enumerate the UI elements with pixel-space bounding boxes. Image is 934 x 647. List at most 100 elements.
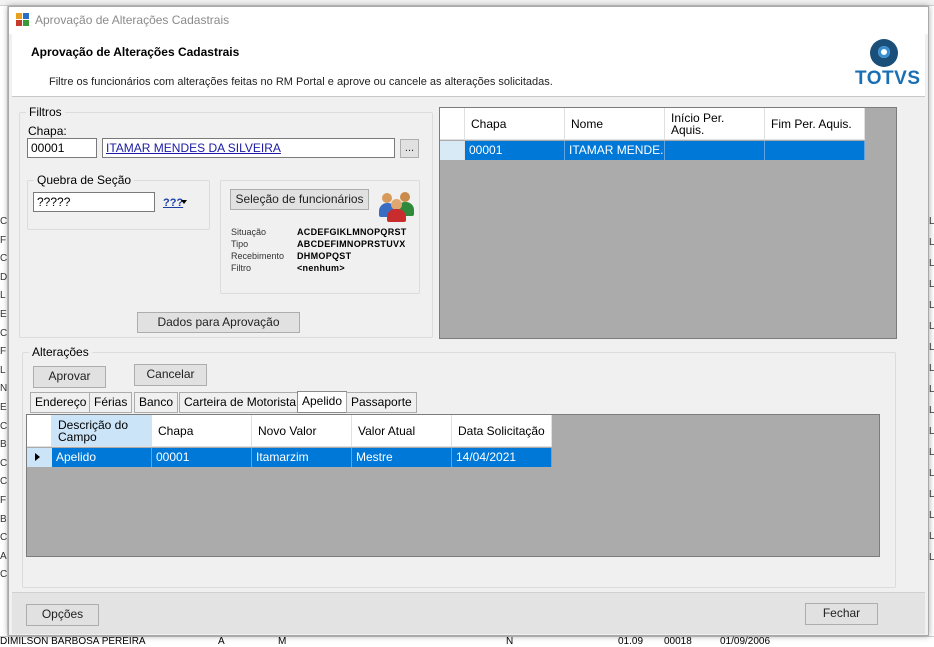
background-row-letter: L <box>929 258 934 269</box>
totvs-logo-icon <box>870 39 898 67</box>
background-cell: M <box>278 636 287 647</box>
changes-grid-header: Descrição do Campo Chapa Novo Valor Valo… <box>27 415 552 447</box>
background-app-bottom-row: DIMILSON BARBOSA PEREIRA A M N 01.09 000… <box>0 636 934 647</box>
background-cell: 01.09 <box>618 636 644 647</box>
changes-legend: Alterações <box>29 345 92 359</box>
background-row-letter: L <box>929 531 934 542</box>
background-row-letter: L <box>929 216 934 227</box>
tab-carteira-motorista[interactable]: Carteira de Motorista <box>179 392 302 413</box>
info-key: Recebimento <box>231 251 285 261</box>
header-divider <box>12 96 925 97</box>
app-icon <box>16 13 30 27</box>
background-row-letter: L <box>929 447 934 458</box>
chapa-lookup-button[interactable]: ... <box>400 139 419 158</box>
background-row-letter: F <box>0 346 7 358</box>
background-row-letter: C <box>0 216 7 227</box>
info-key: Situação <box>231 227 267 237</box>
table-cell[interactable]: Itamarzim <box>252 448 352 467</box>
tab-banco[interactable]: Banco <box>134 392 179 413</box>
column-header[interactable]: Fim Per. Aquis. <box>765 108 865 140</box>
row-selector[interactable] <box>27 448 52 467</box>
approval-data-button[interactable]: Dados para Aprovação <box>137 312 300 333</box>
column-header[interactable]: Novo Valor <box>252 415 352 447</box>
background-row-letter: L <box>929 552 934 563</box>
background-row-letter: L <box>929 510 934 521</box>
employees-grid[interactable]: Chapa Nome Início Per. Aquis. Fim Per. A… <box>439 107 897 339</box>
approve-button[interactable]: Aprovar <box>33 366 106 388</box>
page-title: Aprovação de Alterações Cadastrais <box>31 45 240 59</box>
background-row-letter: E <box>0 402 7 413</box>
background-row-letter: B <box>0 513 7 525</box>
background-row-letter: C <box>0 569 7 581</box>
employee-name-link[interactable]: ITAMAR MENDES DA SILVEIRA <box>102 138 395 158</box>
current-row-arrow-icon <box>35 453 40 461</box>
table-row[interactable]: 00001 ITAMAR MENDE... <box>440 141 865 160</box>
background-row-letter: C <box>0 457 7 469</box>
background-row-letter: L <box>929 237 934 248</box>
table-row[interactable]: Apelido 00001 Itamarzim Mestre 14/04/202… <box>27 448 552 467</box>
background-row-letter: A <box>0 550 7 562</box>
background-row-letter: L <box>929 342 934 353</box>
chapa-label: Chapa: <box>28 124 67 138</box>
chapa-input[interactable]: 00001 <box>27 138 97 158</box>
background-row-letter: L <box>929 279 934 290</box>
quebra-secao-input[interactable]: ????? <box>33 192 155 212</box>
employees-icon[interactable] <box>379 188 415 222</box>
info-value: <nenhum> <box>297 263 345 273</box>
background-row-letter: C <box>0 327 7 339</box>
info-value: ABCDEFIMNOPRSTUVX <box>297 239 406 249</box>
column-header[interactable]: Data Solicitação <box>452 415 552 447</box>
column-header[interactable]: Início Per. Aquis. <box>665 108 765 140</box>
options-button[interactable]: Opções <box>26 604 99 626</box>
table-cell[interactable] <box>765 141 865 160</box>
approval-dialog: Aprovação de Alterações Cadastrais Aprov… <box>8 6 929 636</box>
background-row-letter: F <box>0 234 7 246</box>
info-key: Tipo <box>231 239 249 249</box>
background-cell: 00018 <box>664 636 692 647</box>
header-panel: Aprovação de Alterações Cadastrais Filtr… <box>12 34 925 96</box>
background-row-letter: L <box>0 364 6 376</box>
row-selector[interactable] <box>440 141 465 160</box>
tab-ferias[interactable]: Férias <box>89 392 133 413</box>
background-row-letter: L <box>929 426 934 437</box>
employee-selection-button[interactable]: Seleção de funcionários <box>230 189 369 210</box>
table-cell[interactable]: ITAMAR MENDE... <box>565 141 665 160</box>
table-cell[interactable]: 14/04/2021 <box>452 448 552 467</box>
close-button[interactable]: Fechar <box>805 603 878 625</box>
tab-endereco[interactable]: Endereço <box>30 392 92 413</box>
table-cell[interactable]: 00001 <box>152 448 252 467</box>
background-employee-name: DIMILSON BARBOSA PEREIRA <box>0 636 146 647</box>
background-row-letter: D <box>0 271 7 283</box>
table-cell[interactable]: 00001 <box>465 141 565 160</box>
background-row-letter: C <box>0 476 7 488</box>
background-row-letter: F <box>0 495 7 506</box>
background-row-letter: L <box>929 363 934 374</box>
table-cell[interactable]: Apelido <box>52 448 152 467</box>
employees-grid-header: Chapa Nome Início Per. Aquis. Fim Per. A… <box>440 108 865 140</box>
cancel-button[interactable]: Cancelar <box>134 364 207 386</box>
background-row-letter: L <box>929 405 934 416</box>
tab-apelido[interactable]: Apelido <box>297 391 348 413</box>
totvs-logo-text: TOTVS <box>855 68 921 89</box>
column-header[interactable]: Chapa <box>152 415 252 447</box>
table-cell[interactable]: Mestre <box>352 448 452 467</box>
background-row-letter: C <box>0 532 7 544</box>
background-row-letter: E <box>0 309 7 320</box>
info-value: ACDEFGIKLMNOPQRST <box>297 227 407 237</box>
info-value: DHMOPQST <box>297 251 352 261</box>
column-header[interactable]: Valor Atual <box>352 415 452 447</box>
changes-grid[interactable]: Descrição do Campo Chapa Novo Valor Valo… <box>26 414 880 557</box>
column-header[interactable]: Chapa <box>465 108 565 140</box>
filters-legend: Filtros <box>26 105 65 119</box>
page-subtitle: Filtre os funcionários com alterações fe… <box>49 76 553 88</box>
chevron-down-icon[interactable] <box>181 200 187 204</box>
table-cell[interactable] <box>665 141 765 160</box>
quebra-secao-legend: Quebra de Seção <box>34 173 135 187</box>
column-header[interactable]: Nome <box>565 108 665 140</box>
tab-passaporte[interactable]: Passaporte <box>346 392 417 413</box>
footer-bar: Opções Fechar <box>12 592 925 634</box>
background-row-letter: L <box>0 290 6 302</box>
background-cell: A <box>218 636 225 647</box>
window-title: Aprovação de Alterações Cadastrais <box>35 13 230 27</box>
column-header[interactable]: Descrição do Campo <box>52 415 152 447</box>
